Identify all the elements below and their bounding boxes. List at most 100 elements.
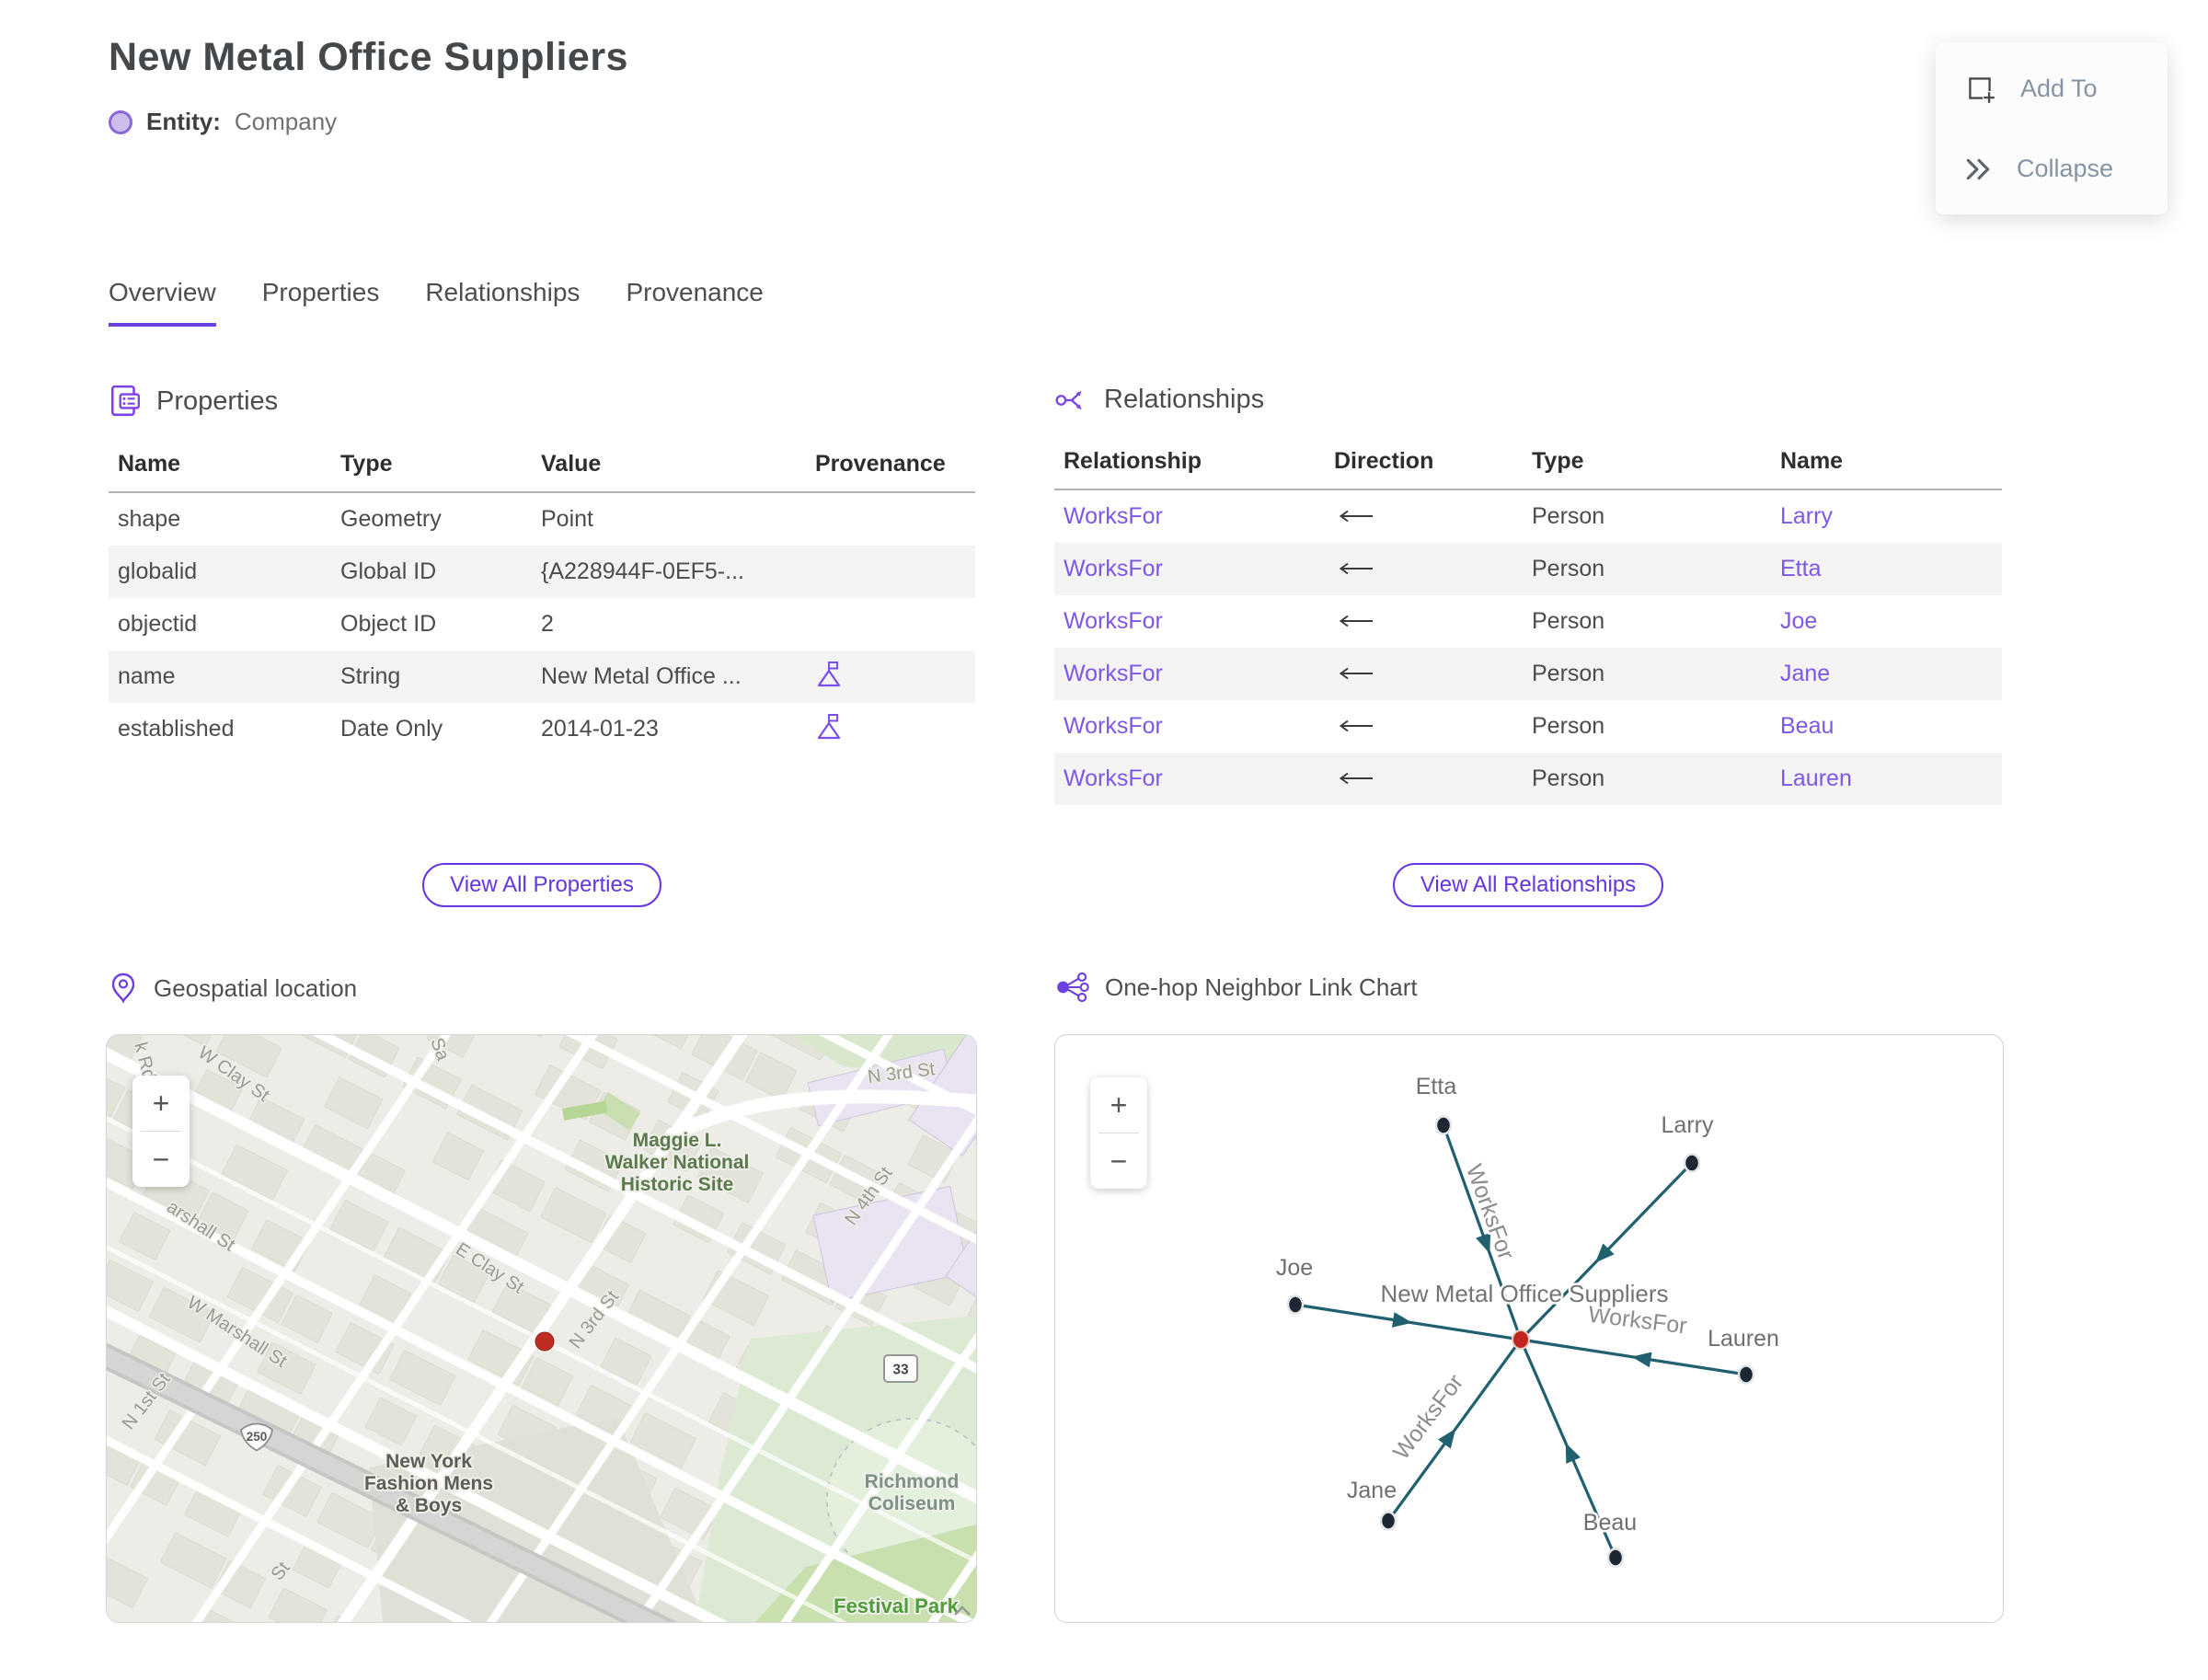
- geospatial-section-title: Geospatial location: [154, 973, 358, 1002]
- relationship-row: WorksFor Person Larry: [1064, 503, 1833, 529]
- view-all-properties-button[interactable]: View All Properties: [422, 863, 661, 907]
- add-to-button[interactable]: Add To: [1936, 61, 2168, 116]
- linkchart-section-title: One-hop Neighbor Link Chart: [1105, 972, 1418, 1001]
- column-header: Type: [1532, 448, 1584, 474]
- properties-table-header: Name Type Value Provenance: [109, 451, 975, 493]
- entity-link[interactable]: WorksFor: [1064, 556, 1163, 581]
- direction-left-arrow-icon: [1339, 562, 1373, 575]
- entity-link[interactable]: Jane: [1780, 661, 1830, 686]
- entity-type-value: Company: [234, 108, 338, 136]
- map-poi-label: & Boys: [396, 1495, 462, 1516]
- relationship-row: WorksFor Person Jane: [1054, 648, 2002, 700]
- property-row: globalid Global ID {A228944F-0EF5-...: [109, 546, 975, 598]
- graph-edge-label: WorksFor: [1388, 1370, 1468, 1465]
- graph-node-label: Jane: [1347, 1478, 1397, 1503]
- entity-label: Entity:: [146, 108, 221, 136]
- geospatial-section-header: Geospatial location: [109, 972, 357, 1005]
- chart-zoom-in-button[interactable]: +: [1090, 1077, 1147, 1133]
- map-poi-label: Coliseum: [868, 1493, 956, 1514]
- graph-node-label: Beau: [1583, 1510, 1637, 1536]
- map-pin-icon: [111, 972, 135, 1004]
- entity-link[interactable]: Etta: [1780, 556, 1821, 581]
- entity-link[interactable]: WorksFor: [1064, 713, 1163, 739]
- column-header: Direction: [1334, 448, 1434, 474]
- map-poi-label: Richmond: [865, 1471, 960, 1492]
- collapse-button[interactable]: Collapse: [1936, 144, 2168, 194]
- chart-zoom-out-button[interactable]: −: [1090, 1133, 1147, 1189]
- map-poi-label: New York: [385, 1451, 472, 1472]
- column-header: Value: [541, 451, 602, 477]
- relationships-icon: [1055, 390, 1082, 409]
- map-zoom-in-button[interactable]: +: [132, 1076, 190, 1131]
- add-to-icon: [1969, 77, 1995, 103]
- direction-cell: [1325, 765, 1523, 792]
- map-zoom-out-button[interactable]: −: [132, 1132, 190, 1187]
- map-canvas[interactable]: 25033 k Rd W Clay St Saarshall StW Marshal…: [107, 1035, 976, 1622]
- route-shield-box: 33: [883, 1354, 918, 1383]
- tab-bar: Overview Properties Relationships Provenanc…: [109, 278, 764, 327]
- graph-edge-arrowhead: [1391, 1312, 1413, 1328]
- chart-zoom-control: + −: [1090, 1077, 1147, 1189]
- graph-node-jane[interactable]: [1379, 1511, 1397, 1531]
- entity-link[interactable]: Lauren: [1780, 765, 1852, 791]
- tab-provenance[interactable]: Provenance: [626, 278, 763, 327]
- map-poi-label: Walker National: [605, 1152, 750, 1173]
- column-header: Provenance: [815, 451, 946, 477]
- graph-node-joe[interactable]: [1286, 1295, 1305, 1315]
- properties-icon: [110, 385, 140, 417]
- property-row: established Date Only 2014-01-23: [109, 703, 975, 755]
- tab-properties[interactable]: Properties: [262, 278, 380, 327]
- map-poi-label: Festival Park: [834, 1594, 960, 1617]
- link-chart-canvas[interactable]: WorksForWorksForWorksForEttaLarryJoeLaur…: [1055, 1035, 2003, 1622]
- direction-left-arrow-icon: [1339, 667, 1373, 680]
- entity-link[interactable]: WorksFor: [1064, 608, 1163, 634]
- entity-link[interactable]: WorksFor: [1064, 661, 1163, 686]
- graph-node-lauren[interactable]: [1737, 1364, 1755, 1385]
- properties-section-title: Properties: [156, 385, 279, 416]
- graph-edge-arrowhead: [1565, 1443, 1581, 1464]
- property-row: objectid Object ID 2: [118, 611, 554, 637]
- graph-edge-arrowhead: [1631, 1352, 1652, 1368]
- entity-type-dot-icon: [109, 109, 132, 134]
- entity-link[interactable]: Larry: [1780, 503, 1833, 529]
- column-header: Relationship: [1064, 448, 1202, 474]
- relationships-section: Relationships Relationship Direction Typ…: [1054, 385, 2002, 805]
- graph-node-etta[interactable]: [1434, 1115, 1453, 1135]
- svg-text:250: 250: [247, 1430, 268, 1444]
- graph-node-label: Larry: [1662, 1112, 1714, 1138]
- column-header: Type: [340, 451, 393, 477]
- property-row: name String New Metal Office ...: [109, 650, 975, 703]
- entity-link[interactable]: Joe: [1780, 608, 1817, 634]
- relationships-table-body: WorksFor Person Larry WorksFor Person Etta W…: [1054, 490, 2002, 805]
- svg-text:33: 33: [892, 1363, 909, 1378]
- entity-link[interactable]: Beau: [1780, 713, 1834, 739]
- entity-link[interactable]: WorksFor: [1064, 765, 1163, 791]
- graph-center-node[interactable]: [1512, 1329, 1530, 1350]
- graph-node-larry[interactable]: [1683, 1153, 1701, 1173]
- tab-overview[interactable]: Overview: [109, 278, 216, 327]
- linkchart-section-header: One-hop Neighbor Link Chart: [1054, 972, 1418, 1003]
- relationship-row: WorksFor Person Etta: [1054, 543, 2002, 595]
- provenance-flag-icon: [817, 662, 841, 687]
- direction-left-arrow-icon: [1339, 510, 1373, 523]
- direction-left-arrow-icon: [1339, 615, 1373, 627]
- collapse-label: Collapse: [2017, 155, 2114, 182]
- graph-node-label: Lauren: [1708, 1326, 1779, 1352]
- direction-cell: [1325, 608, 1523, 635]
- relationships-section-title: Relationships: [1104, 385, 1265, 414]
- column-header: Name: [1780, 448, 1844, 474]
- entity-link[interactable]: WorksFor: [1064, 503, 1163, 529]
- direction-cell: [1325, 556, 1523, 582]
- double-chevron-right-icon: [1966, 158, 1990, 179]
- graph-center-label: New Metal Office Suppliers: [1380, 1280, 1668, 1307]
- provenance-flag-icon: [817, 714, 841, 740]
- entity-type-row: Entity: Company: [109, 108, 628, 136]
- direction-left-arrow-icon: [1339, 772, 1373, 785]
- relationships-section-header: Relationships: [1054, 385, 2002, 415]
- relationship-row: WorksFor Person Beau: [1064, 713, 1834, 739]
- tab-relationships[interactable]: Relationships: [425, 278, 580, 327]
- graph-node-beau[interactable]: [1606, 1548, 1625, 1568]
- relationships-table-header: Relationship Direction Type Name: [1054, 448, 2002, 490]
- column-header: Name: [118, 451, 181, 477]
- view-all-relationships-button[interactable]: View All Relationships: [1392, 863, 1664, 907]
